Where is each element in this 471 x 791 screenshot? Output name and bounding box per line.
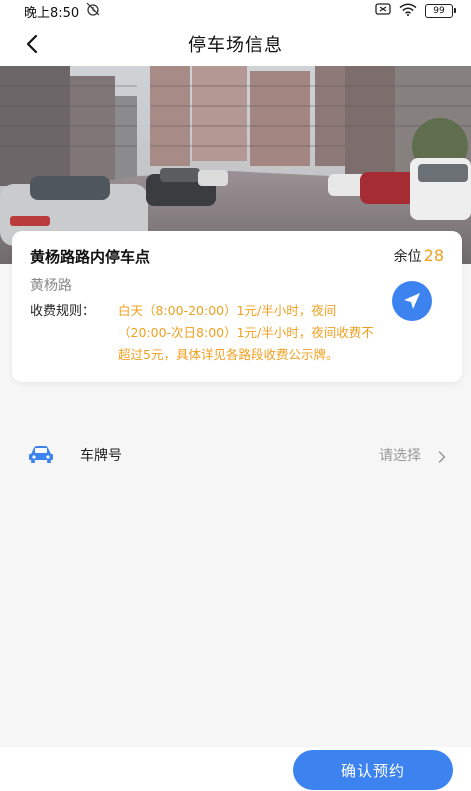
back-button[interactable] bbox=[18, 30, 46, 58]
wifi-icon bbox=[399, 3, 417, 20]
back-arrow-icon bbox=[26, 34, 38, 54]
remaining-label: 余位 bbox=[393, 249, 422, 265]
fee-rule-text: 白天（8:00-20:00）1元/半小时，夜间（20:00-次日8:00）1元/… bbox=[118, 303, 374, 362]
license-plate-row[interactable]: 车牌号 请选择 bbox=[0, 432, 471, 476]
status-time: 晚上8:50 bbox=[24, 5, 80, 21]
navigate-button[interactable] bbox=[392, 281, 432, 321]
status-bar: 晚上8:50 99 bbox=[0, 0, 471, 22]
chevron-right-icon bbox=[438, 448, 446, 467]
alarm-off-icon bbox=[85, 2, 101, 20]
license-plate-label: 车牌号 bbox=[80, 448, 122, 464]
navigation-arrow-icon bbox=[404, 293, 420, 309]
remaining-spaces: 余位 28 bbox=[394, 246, 444, 266]
car-icon bbox=[28, 445, 54, 467]
parking-lot-name: 黄杨路路内停车点 bbox=[30, 248, 151, 266]
fee-rule-label: 收费规则： bbox=[30, 304, 96, 319]
page-title: 停车场信息 bbox=[188, 35, 283, 56]
license-plate-select[interactable]: 请选择 bbox=[379, 445, 421, 465]
remaining-count: 28 bbox=[423, 246, 444, 265]
confirm-reservation-button[interactable]: 确认预约 bbox=[293, 750, 453, 790]
sim-icon bbox=[375, 3, 391, 19]
nav-bar: 停车场信息 bbox=[0, 22, 471, 66]
parking-info-card: 黄杨路路内停车点 余位 28 黄杨路 收费规则： 白天（8:00-20:00）1… bbox=[12, 231, 462, 382]
battery-icon: 99 bbox=[425, 4, 456, 18]
parking-road: 黄杨路 bbox=[30, 278, 72, 294]
